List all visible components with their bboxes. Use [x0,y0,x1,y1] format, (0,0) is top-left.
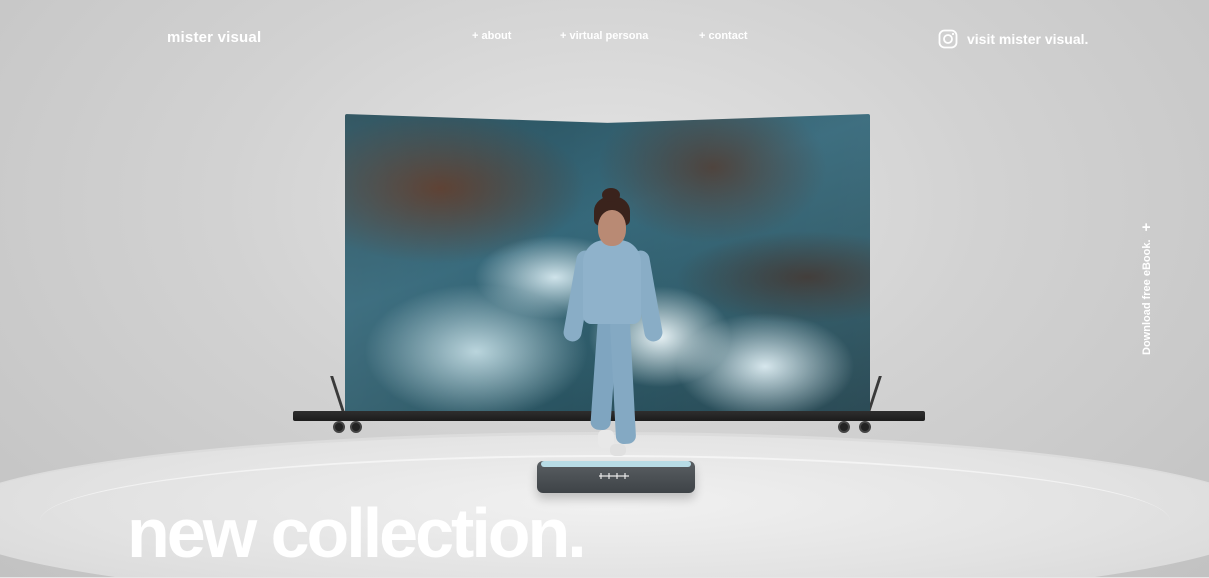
base-wheel [838,421,850,433]
nav-link-virtual-persona[interactable]: + virtual persona [560,30,648,42]
instagram-icon [938,29,958,49]
base-wheel [350,421,362,433]
instagram-label: visit mister visual. [967,31,1089,47]
download-ebook-link[interactable]: Download free eBook. + [1138,223,1155,355]
pedestal-logo-icon [599,473,629,479]
pedestal-top-light [541,461,691,467]
nav-link-contact[interactable]: + contact [699,30,748,42]
brand-logo[interactable]: mister visual [167,29,261,46]
model-hoodie [583,240,641,324]
model-face [598,210,626,246]
base-wheel [859,421,871,433]
base-wheel [333,421,345,433]
plus-icon: + [1138,222,1155,232]
instagram-link[interactable]: visit mister visual. [938,29,1088,49]
model-shoe [610,444,626,456]
ebook-label: Download free eBook. [1140,239,1153,355]
nav-link-about[interactable]: + about [472,30,511,42]
hero-headline: new collection. [127,494,587,572]
screen-stand-left [330,376,345,412]
model-hair-bun [602,188,620,202]
